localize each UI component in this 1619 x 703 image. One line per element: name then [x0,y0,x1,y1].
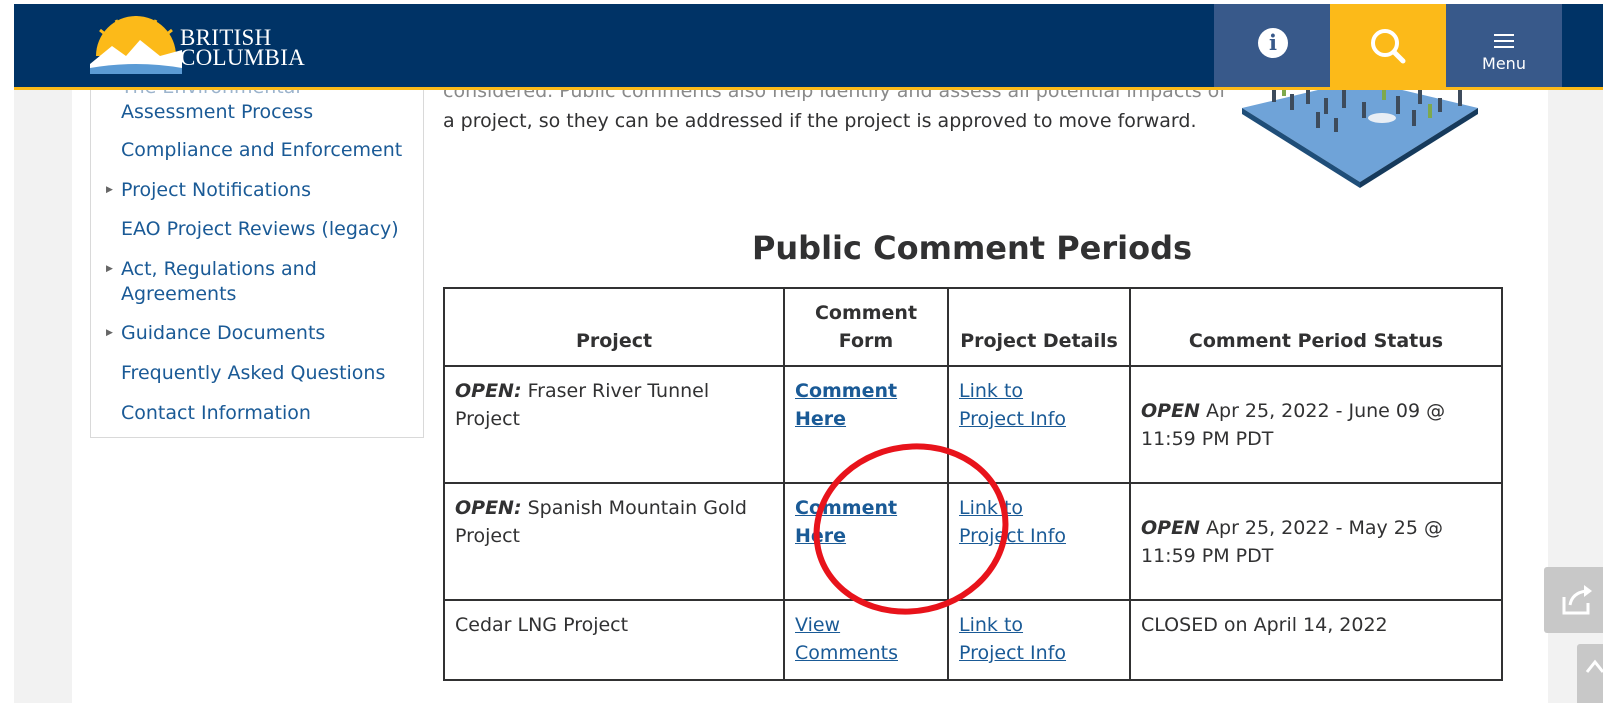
sidebar-item-label: Act, Regulations and [121,258,317,280]
open-label: OPEN: [455,497,522,519]
bc-logo[interactable] [90,16,182,78]
status-text: CLOSED on April 14, 2022 [1141,614,1388,636]
sidebar-item-project-notifications[interactable]: ▶ Project Notifications [106,178,311,203]
column-header-project-details: Project Details [947,287,1131,367]
header-text: Comment [814,302,918,324]
hamburger-menu-icon [1494,34,1514,52]
link-text: Link to [959,380,1024,402]
sidebar-item-label: Frequently Asked Questions [121,362,386,384]
table-header-row: Project Comment Form Project Details Com… [443,287,1503,367]
menu-label: Menu [1482,54,1526,73]
sidebar-item-label: EAO Project Reviews (legacy) [121,218,399,240]
section-title: Public Comment Periods [751,229,1193,267]
sidebar-item-eao-reviews[interactable]: EAO Project Reviews (legacy) [121,217,399,242]
project-cell: OPEN: Spanish Mountain Gold Project [443,482,785,601]
project-cell: OPEN: Fraser River Tunnel Project [443,365,785,484]
project-cell: Cedar LNG Project [443,599,785,681]
browser-viewport: The Environmental Assessment Process Com… [14,4,1603,703]
bc-sun-mountain-logo-icon [90,16,182,74]
back-to-top-button[interactable] [1577,644,1603,703]
site-header: BRITISH COLUMBIA i Menu [14,4,1603,90]
bc-wordmark: BRITISH COLUMBIA [180,26,306,70]
link-text: Link to [959,614,1024,636]
comment-here-link[interactable]: Comment Here [795,380,897,430]
column-header-status: Comment Period Status [1129,287,1503,367]
chevron-up-icon [1585,659,1603,673]
sidebar-item-label: Contact Information [121,402,311,424]
info-button[interactable]: i [1214,4,1330,87]
link-text: View [795,614,841,636]
sidebar-item-label: Guidance Documents [121,322,326,344]
sidebar-item-act-regulations[interactable]: ▶ Act, Regulations and Agreements [106,257,317,307]
sidebar-item-label: Assessment Process [121,101,314,123]
menu-button[interactable]: Menu [1446,4,1562,87]
sidebar-nav: The Environmental Assessment Process Com… [90,76,424,438]
sidebar-item-label: Agreements [121,283,237,305]
expand-triangle-icon: ▶ [106,185,113,195]
page-content: The Environmental Assessment Process Com… [72,4,1603,703]
view-comments-link[interactable]: View Comments [795,614,898,664]
link-text: Project Info [959,408,1067,430]
project-info-link[interactable]: Link to Project Info [959,614,1066,664]
status-cell: CLOSED on April 14, 2022 [1129,599,1503,681]
expand-triangle-icon: ▶ [106,328,113,338]
status-cell: OPEN Apr 25, 2022 - May 25 @ 11:59 PM PD… [1129,482,1503,601]
sidebar-item-label: Project Notifications [121,179,311,201]
header-text: Form [838,330,894,352]
expand-triangle-icon: ▶ [106,264,113,274]
column-header-comment-form: Comment Form [783,287,949,367]
sidebar-item-compliance[interactable]: Compliance and Enforcement [121,138,402,163]
link-text: Comment [795,380,898,402]
status-open-label: OPEN [1141,516,1200,539]
public-engagement-illustration [1242,80,1478,188]
link-text: Comments [795,642,898,664]
sidebar-item-contact[interactable]: Contact Information [121,401,311,426]
sidebar-item-label: Compliance and Enforcement [121,139,403,161]
sidebar-item-guidance-documents[interactable]: ▶ Guidance Documents [106,321,326,346]
project-details-cell: Link to Project Info [947,599,1131,681]
logo-line: COLUMBIA [180,45,306,70]
status-cell: OPEN Apr 25, 2022 - June 09 @ 11:59 PM P… [1129,365,1503,484]
status-open-label: OPEN [1141,399,1200,422]
project-name: Cedar LNG Project [455,614,629,636]
sidebar-item-faq[interactable]: Frequently Asked Questions [121,361,385,386]
open-label: OPEN: [455,380,522,402]
share-button[interactable] [1544,567,1603,633]
intro-line: a project, so they can be addressed if t… [443,110,1197,132]
project-info-link[interactable]: Link to Project Info [959,380,1066,430]
search-icon [1371,29,1406,64]
table-row: Cedar LNG Project View Comments Link to … [443,599,1503,681]
link-text: Project Info [959,642,1067,664]
column-header-project: Project [443,287,785,367]
search-button[interactable] [1330,4,1446,87]
link-text: Here [795,408,847,430]
share-icon [1562,585,1592,615]
info-icon: i [1258,28,1288,58]
